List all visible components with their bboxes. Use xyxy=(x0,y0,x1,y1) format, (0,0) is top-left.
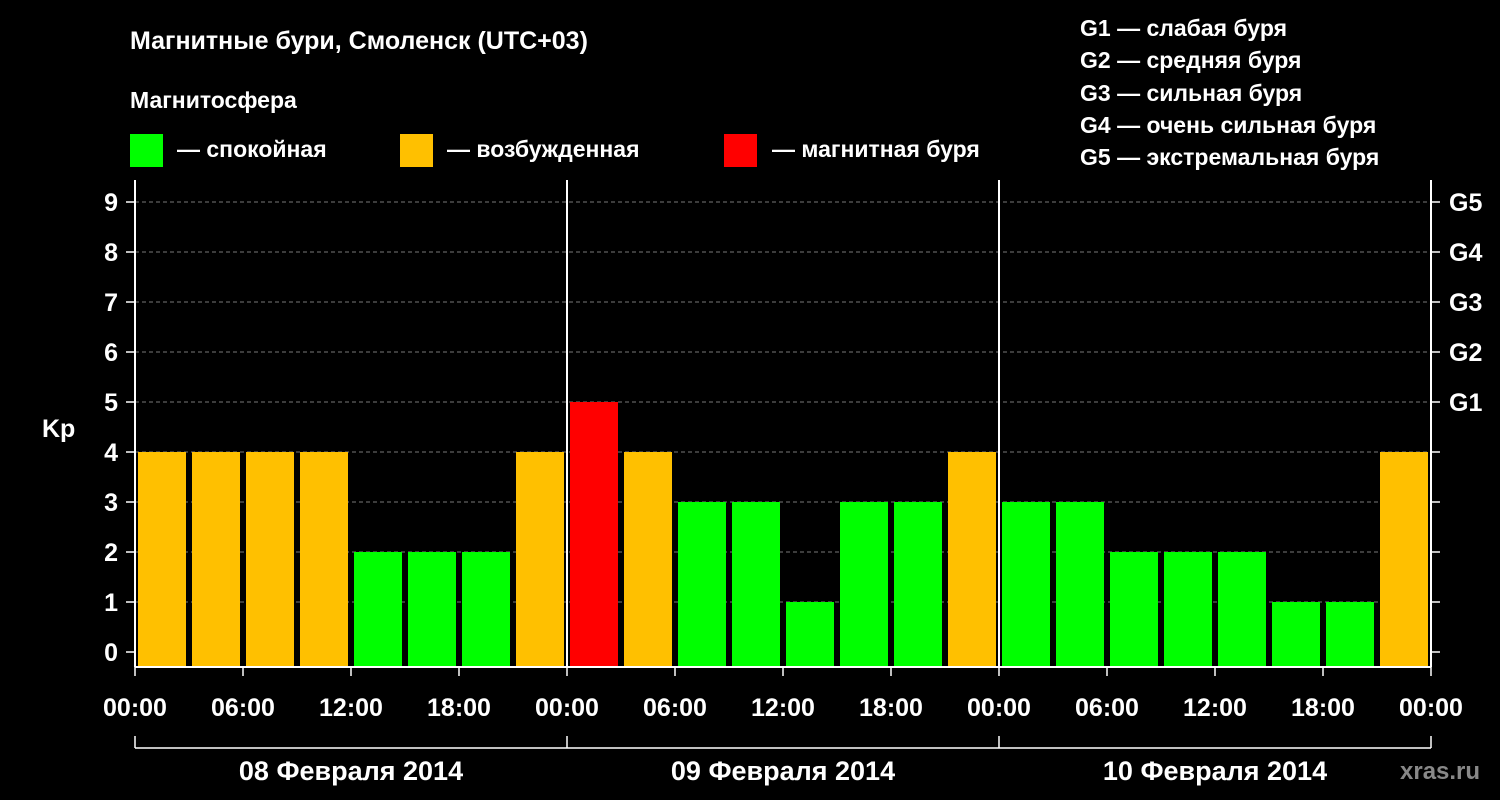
day-label: 08 Февраля 2014 xyxy=(239,756,463,786)
storm-scale-legend: G1 — слабая буря G2 — средняя буря G3 — … xyxy=(1080,15,1379,170)
legend: — спокойная — возбужденная — магнитная б… xyxy=(130,134,980,167)
y-tick-label: 5 xyxy=(104,389,118,417)
storm-scale-g1: G1 — слабая буря xyxy=(1080,15,1287,41)
y-tick-label: 9 xyxy=(104,189,118,217)
g-level-label: G4 xyxy=(1449,239,1482,267)
y-tick-label: 8 xyxy=(104,239,118,267)
kp-bar xyxy=(678,502,726,667)
bars xyxy=(138,402,1428,667)
x-ticks: 00:00 06:00 12:00 18:00 00:00 06:00 12:00 18:00… xyxy=(103,667,1463,722)
legend-label-calm: — спокойная xyxy=(177,136,327,162)
kp-bar xyxy=(1272,602,1320,667)
kp-bar xyxy=(246,452,294,667)
kp-bar xyxy=(894,502,942,667)
kp-bar xyxy=(1380,452,1428,667)
legend-label-active: — возбужденная xyxy=(447,136,640,162)
storm-scale-g2: G2 — средняя буря xyxy=(1080,47,1301,73)
y-tick-label: 0 xyxy=(104,639,118,667)
x-tick-label: 12:00 xyxy=(319,694,383,722)
x-tick-label: 12:00 xyxy=(751,694,815,722)
x-tick-label: 06:00 xyxy=(643,694,707,722)
kp-bar xyxy=(516,452,564,667)
y-tick-label: 6 xyxy=(104,339,118,367)
storm-scale-g4: G4 — очень сильная буря xyxy=(1080,112,1376,138)
legend-swatch-active xyxy=(400,134,433,167)
kp-bar xyxy=(732,502,780,667)
y-ticks: 0 1 2 3 4 5 6 7 8 9 xyxy=(104,189,135,667)
x-tick-label: 06:00 xyxy=(211,694,275,722)
kp-bar xyxy=(786,602,834,667)
kp-bar xyxy=(192,452,240,667)
x-tick-label: 00:00 xyxy=(1399,694,1463,722)
day-labels: 08 Февраля 2014 09 Февраля 2014 10 Февраля… xyxy=(134,736,1432,786)
kp-bar xyxy=(300,452,348,667)
y-tick-label: 7 xyxy=(104,289,118,317)
kp-bar xyxy=(354,552,402,667)
chart-title: Магнитные бури, Смоленск (UTC+03) xyxy=(130,27,588,55)
kp-bar xyxy=(138,452,186,667)
chart-subtitle: Магнитосфера xyxy=(130,87,297,113)
kp-bar xyxy=(1110,552,1158,667)
storm-scale-g5: G5 — экстремальная буря xyxy=(1080,144,1379,170)
x-tick-label: 18:00 xyxy=(427,694,491,722)
kp-bar xyxy=(1002,502,1050,667)
y-axis-label: Kp xyxy=(42,415,75,443)
kp-bar xyxy=(1056,502,1104,667)
kp-bar xyxy=(1218,552,1266,667)
legend-swatch-storm xyxy=(724,134,757,167)
x-tick-label: 18:00 xyxy=(1291,694,1355,722)
watermark: xras.ru xyxy=(1400,758,1480,785)
kp-bar xyxy=(408,552,456,667)
kp-bar xyxy=(840,502,888,667)
kp-bar xyxy=(624,452,672,667)
legend-label-storm: — магнитная буря xyxy=(772,136,980,162)
g-level-label: G3 xyxy=(1449,289,1482,317)
kp-bar xyxy=(1326,602,1374,667)
kp-chart: Магнитные бури, Смоленск (UTC+03) Магнит… xyxy=(42,15,1482,786)
g-level-label: G5 xyxy=(1449,189,1482,217)
kp-bar xyxy=(462,552,510,667)
legend-swatch-calm xyxy=(130,134,163,167)
kp-bar xyxy=(1164,552,1212,667)
x-tick-label: 18:00 xyxy=(859,694,923,722)
g-level-label: G1 xyxy=(1449,389,1482,417)
x-tick-label: 00:00 xyxy=(103,694,167,722)
g-level-label: G2 xyxy=(1449,339,1482,367)
day-label: 10 Февраля 2014 xyxy=(1103,756,1327,786)
x-tick-label: 06:00 xyxy=(1075,694,1139,722)
y-tick-label: 1 xyxy=(104,589,118,617)
storm-scale-g3: G3 — сильная буря xyxy=(1080,80,1302,106)
kp-bar xyxy=(948,452,996,667)
y-tick-label: 2 xyxy=(104,539,118,567)
x-tick-label: 00:00 xyxy=(535,694,599,722)
kp-bar xyxy=(570,402,618,667)
y-tick-label: 4 xyxy=(104,439,118,467)
x-tick-label: 00:00 xyxy=(967,694,1031,722)
y-tick-label: 3 xyxy=(104,489,118,517)
right-g-ticks: G1 G2 G3 G4 G5 xyxy=(1431,189,1482,653)
day-label: 09 Февраля 2014 xyxy=(671,756,895,786)
x-tick-label: 12:00 xyxy=(1183,694,1247,722)
